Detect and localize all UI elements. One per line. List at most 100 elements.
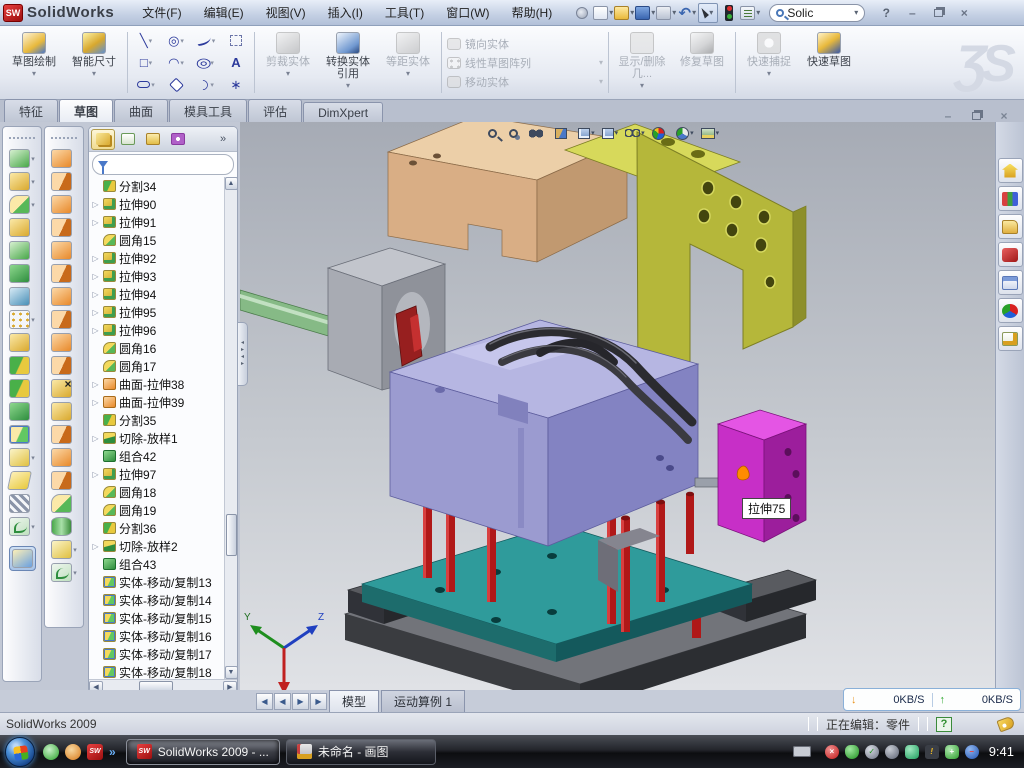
mirror-entities-button[interactable]: 镜向实体	[447, 36, 603, 52]
minimize-button[interactable]: –	[902, 5, 922, 20]
sketch-fillet-tool[interactable]: ◠▾	[191, 74, 221, 96]
delete-face-icon[interactable]: ▾	[51, 379, 77, 398]
swept-boss-icon[interactable]: ▾	[9, 218, 35, 237]
ribbon-tab[interactable]: 模具工具	[169, 99, 247, 122]
spline-tool[interactable]: ▾	[191, 30, 221, 52]
dome-icon[interactable]: ▾	[51, 517, 77, 536]
curve2-icon[interactable]: ▾	[51, 563, 77, 582]
blocked-tray-icon[interactable]: –	[965, 745, 979, 759]
sketch-button[interactable]: 草图绘制 ▾	[4, 28, 64, 97]
filled-surface-icon[interactable]: ▾	[51, 310, 77, 329]
tree-item[interactable]: ▷ 曲面-拉伸38	[91, 375, 224, 393]
extruded-boss-icon[interactable]: ▾	[9, 149, 35, 168]
file-explorer-icon[interactable]	[998, 214, 1023, 239]
tree-item[interactable]: ▷ 实体-移动/复制18	[91, 663, 224, 679]
undo-button[interactable]: ↶▾	[677, 3, 697, 23]
split-icon[interactable]: ▾	[9, 356, 35, 375]
tag-icon[interactable]	[996, 716, 1015, 733]
lofted-boss-icon[interactable]: ▾	[9, 241, 35, 260]
tree-item[interactable]: ▷ 拉伸95	[91, 303, 224, 321]
tree-item[interactable]: ▷ 实体-移动/复制14	[91, 591, 224, 609]
previous-tab-button[interactable]: ◀	[274, 693, 291, 710]
zoom-area-icon[interactable]: ▾	[507, 123, 525, 143]
select-button[interactable]: ▾	[698, 3, 718, 23]
menu-item[interactable]: 窗口(W)	[436, 1, 499, 24]
security-shield-tray-icon[interactable]	[845, 745, 859, 759]
solidworks-quicklaunch-icon[interactable]: SW	[87, 744, 103, 760]
revolved-boss-icon[interactable]: ▾	[9, 172, 35, 191]
pin-toolbar-icon[interactable]	[572, 3, 592, 23]
tree-item[interactable]: ▷ 切除-放样2	[91, 537, 224, 555]
linear-sketch-pattern-button[interactable]: 线性草图阵列 ▾	[447, 55, 603, 71]
doc-minimize-button[interactable]: –	[938, 108, 958, 123]
view-palette-icon[interactable]	[998, 270, 1023, 295]
rebuild-button[interactable]	[719, 3, 739, 23]
last-tab-button[interactable]: ▶	[310, 693, 327, 710]
tree-item[interactable]: ▷ 曲面-拉伸39	[91, 393, 224, 411]
slot-tool[interactable]: ▾	[131, 74, 161, 96]
quick-snaps-button[interactable]: 快速捕捉 ▾	[739, 28, 799, 97]
print-button[interactable]: ▾	[656, 3, 676, 23]
manager-tabs-overflow[interactable]: »	[211, 129, 235, 150]
polygon-tool[interactable]	[161, 74, 191, 96]
toolbox-icon[interactable]	[998, 242, 1023, 267]
tree-item[interactable]: ▷ 实体-移动/复制13	[91, 573, 224, 591]
knit-surface-icon[interactable]: ▾	[51, 333, 77, 352]
search-input[interactable]: Solic ▾	[769, 4, 865, 22]
input-method-icon[interactable]	[793, 746, 811, 757]
trim-entities-button[interactable]: 剪裁实体 ▾	[258, 28, 318, 97]
close-button[interactable]: ×	[954, 5, 974, 20]
replace-face-icon[interactable]: ▾	[51, 425, 77, 444]
messenger-quicklaunch-icon[interactable]	[43, 744, 59, 760]
tree-vertical-scrollbar[interactable]: ▲ ▼	[224, 177, 237, 679]
menu-item[interactable]: 视图(V)	[256, 1, 316, 24]
graphics-viewport[interactable]: Y Z X ▾ ▾	[240, 122, 995, 690]
next-tab-button[interactable]: ▶	[292, 693, 309, 710]
apply-scene-icon[interactable]: ▾	[674, 123, 696, 143]
new-document-button[interactable]: ▾	[593, 3, 613, 23]
convert-entities-button[interactable]: 转换实体引用 ▾	[318, 28, 378, 97]
view-orientation-icon[interactable]: ▾	[576, 123, 597, 143]
open-button[interactable]: ▾	[614, 3, 634, 23]
updater-tray-icon[interactable]: ✓	[865, 745, 879, 759]
offset-surface-icon[interactable]: ▾	[51, 264, 77, 283]
doc-restore-button[interactable]	[966, 108, 986, 123]
ellipse-tool[interactable]: ◎▾	[191, 52, 221, 74]
scroll-thumb[interactable]	[226, 514, 237, 556]
antivirus-tray-icon[interactable]: ×	[825, 745, 839, 759]
tree-item[interactable]: ▷ 圆角18	[91, 483, 224, 501]
arc-tool[interactable]: ◠▾	[161, 52, 191, 74]
tree-item[interactable]: ▷ 实体-移动/复制17	[91, 645, 224, 663]
reference-point2-icon[interactable]: ▾	[51, 540, 77, 559]
line-tool[interactable]: ╲▾	[131, 30, 161, 52]
tree-item[interactable]: ▷ 拉伸94	[91, 285, 224, 303]
sketch-picture-tool[interactable]	[221, 30, 251, 52]
custom-properties-icon[interactable]	[998, 326, 1023, 351]
move-copy-body-icon[interactable]: ▾	[9, 425, 35, 444]
restore-button[interactable]	[928, 5, 948, 20]
combine-icon[interactable]: ▾	[9, 402, 35, 421]
model-side-core-block[interactable]	[718, 410, 806, 542]
planar-surface-icon[interactable]: ▾	[51, 287, 77, 306]
point-tool[interactable]: ∗	[221, 74, 251, 96]
tree-item[interactable]: ▷ 拉伸91	[91, 213, 224, 231]
tab-configurationmanager[interactable]	[141, 129, 165, 150]
smart-dimension-button[interactable]: 智能尺寸 ▾	[64, 28, 124, 97]
text-tool[interactable]: A	[221, 52, 251, 74]
section-view-icon[interactable]: ▾	[553, 123, 574, 143]
rapid-sketch-button[interactable]: 快速草图	[799, 28, 859, 97]
ribbon-tab[interactable]: 草图	[59, 99, 113, 123]
network-warning-tray-icon[interactable]: !	[925, 745, 939, 759]
extend-surface-icon[interactable]: ▾	[51, 356, 77, 375]
tree-item[interactable]: ▷ 拉伸96	[91, 321, 224, 339]
tree-item[interactable]: ▷ 拉伸93	[91, 267, 224, 285]
tab-motion-study[interactable]: 运动算例 1	[381, 690, 465, 713]
instant3d-icon[interactable]	[9, 546, 36, 571]
tab-propertymanager[interactable]	[116, 129, 140, 150]
thicken-icon[interactable]: ▾	[51, 402, 77, 421]
zoom-fit-icon[interactable]: ▾	[486, 123, 504, 143]
offset-entities-button[interactable]: 等距实体 ▾	[378, 28, 438, 97]
quicklaunch-overflow[interactable]: »	[109, 745, 116, 759]
panel-splitter-handle[interactable]: ◂ ▸ ◂ ▸	[238, 322, 248, 386]
save-button[interactable]: ▾	[635, 3, 655, 23]
